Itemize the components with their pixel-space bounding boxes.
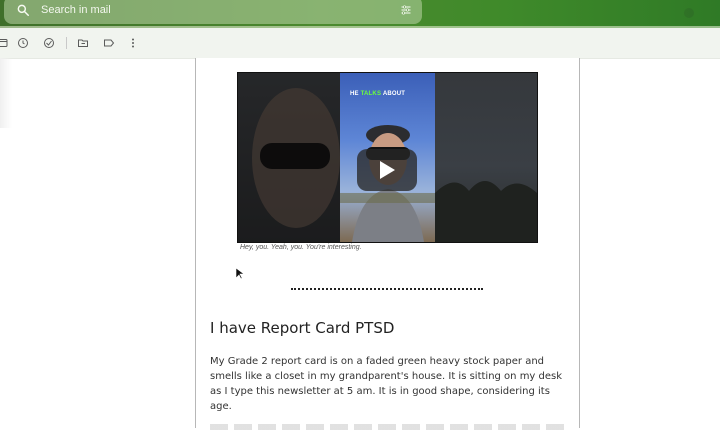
mail-toolbar [0,28,720,59]
left-shadow [0,58,12,128]
faded-next-line [210,424,566,430]
video-left-panel [238,73,340,242]
label-icon[interactable] [103,37,115,49]
person-silhouette-left [238,73,340,242]
tune-icon[interactable] [400,4,412,16]
more-vert-icon[interactable] [127,37,139,49]
archive-icon[interactable] [0,37,8,49]
section-heading: I have Report Card PTSD [210,319,395,337]
video-caption: Hey, you. Yeah, you. You're interesting. [240,244,362,251]
body-paragraph: My Grade 2 report card is on a faded gre… [210,356,563,412]
move-to-icon[interactable] [77,37,89,49]
play-icon [380,161,395,179]
snooze-icon[interactable] [17,37,29,49]
status-dot-icon [684,8,694,18]
section-divider [291,288,483,290]
top-bar: Search in mail [0,0,720,28]
search-bar[interactable]: Search in mail [4,0,422,24]
toolbar-divider [66,37,67,49]
search-icon[interactable] [16,3,30,17]
mouse-cursor-icon [236,268,244,280]
add-task-icon[interactable] [43,37,55,49]
video-right-panel [435,73,537,242]
search-placeholder[interactable]: Search in mail [41,4,111,16]
landscape-right [435,181,537,242]
play-button[interactable] [357,149,417,191]
video-thumbnail[interactable]: HE TALKS ABOUT [237,72,538,243]
video-overlay-text: HE TALKS ABOUT [350,91,406,97]
